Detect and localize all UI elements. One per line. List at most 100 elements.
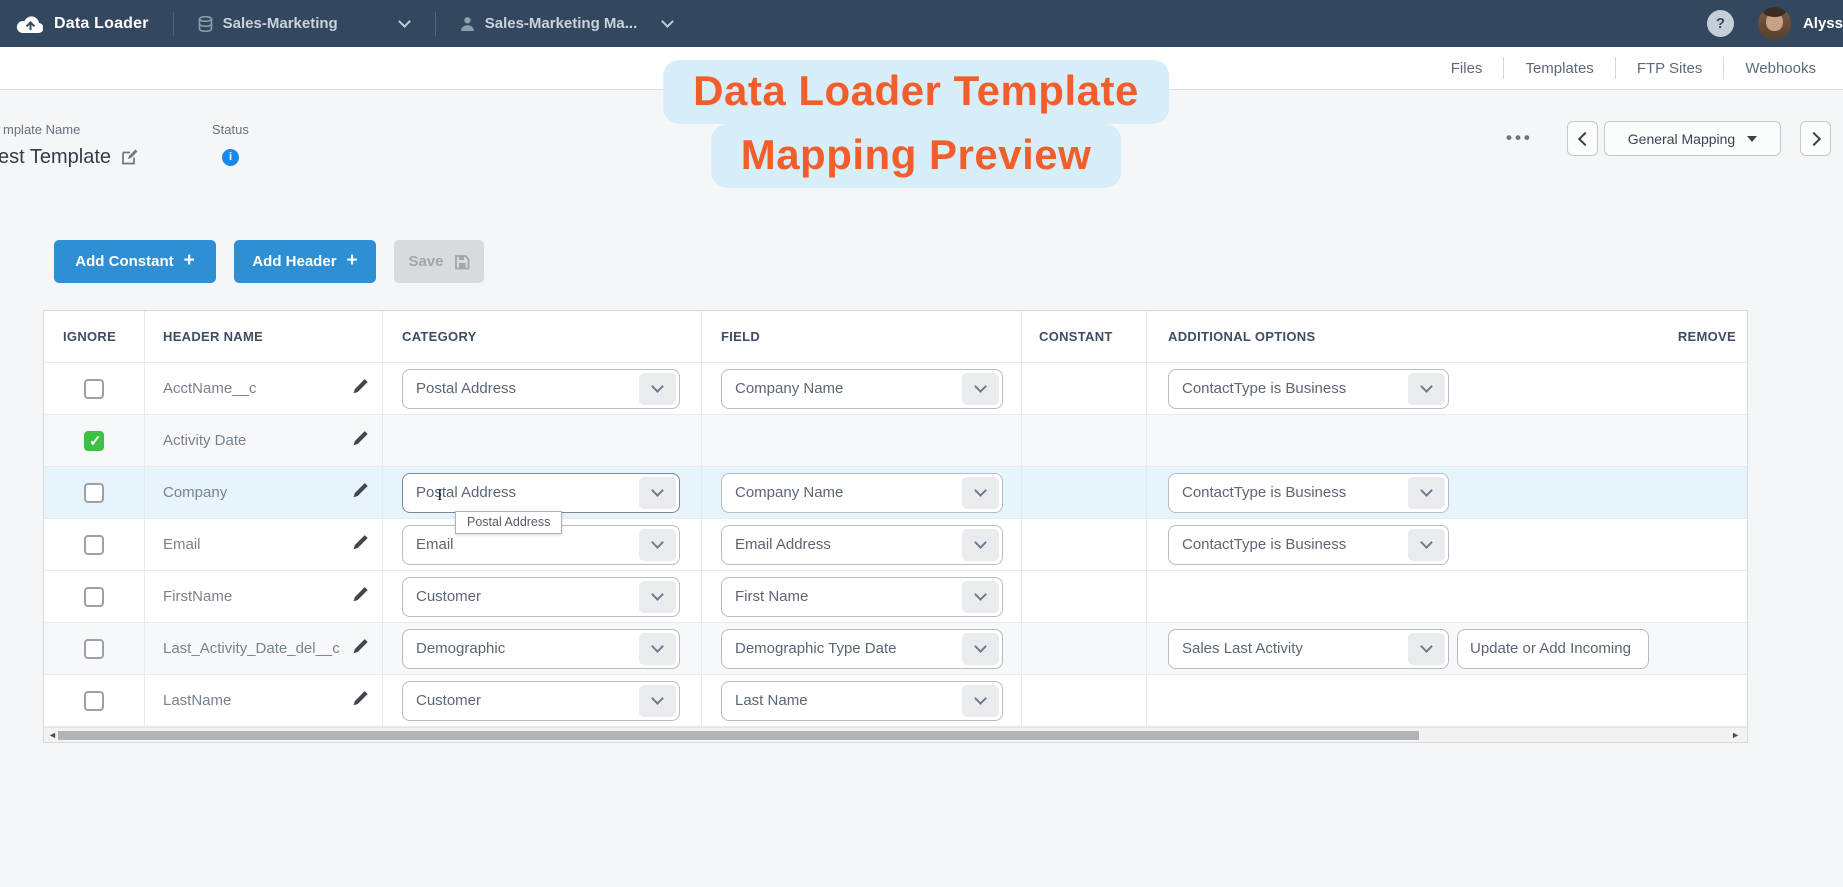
top-navbar: Data Loader Sales-Marketing Sales-Market… bbox=[0, 0, 1843, 47]
chevron-down-icon bbox=[962, 633, 999, 665]
toolbar: Add Constant + Add Header + Save bbox=[54, 240, 484, 283]
user-name: Alyss bbox=[1803, 15, 1843, 32]
category-select[interactable]: Postal Address bbox=[402, 473, 680, 513]
table-row: Activity Date bbox=[44, 415, 1747, 467]
additional-options-cell bbox=[1147, 675, 1748, 726]
edit-pencil-icon[interactable] bbox=[352, 690, 369, 712]
category-select[interactable]: Demographic bbox=[402, 629, 680, 669]
more-options-button[interactable]: ••• bbox=[1506, 128, 1533, 148]
table-body: AcctName__c Postal Address Company Name … bbox=[44, 363, 1747, 727]
edit-pencil-icon[interactable] bbox=[352, 638, 369, 660]
ignore-cell bbox=[44, 623, 145, 674]
edit-pencil-icon[interactable] bbox=[352, 586, 369, 608]
ignore-checkbox[interactable] bbox=[84, 587, 104, 607]
field-select[interactable]: Company Name bbox=[721, 369, 1003, 409]
field-select[interactable]: Company Name bbox=[721, 473, 1003, 513]
save-button[interactable]: Save bbox=[394, 240, 484, 283]
chevron-down-icon bbox=[639, 373, 676, 405]
table-row: Email Email Email Address ContactType is… bbox=[44, 519, 1747, 571]
additional-extra-box[interactable]: Update or Add Incoming bbox=[1457, 629, 1649, 669]
tab-webhooks[interactable]: Webhooks bbox=[1724, 60, 1837, 77]
status-info-icon[interactable]: i bbox=[222, 149, 239, 166]
chevron-down-icon bbox=[1408, 477, 1445, 509]
add-constant-button[interactable]: Add Constant + bbox=[54, 240, 216, 283]
field-cell: Company Name bbox=[702, 467, 1022, 518]
edit-template-name-icon[interactable] bbox=[120, 148, 139, 167]
additional-options-select[interactable]: ContactType is Business bbox=[1168, 473, 1449, 513]
scroll-right-arrow[interactable]: ► bbox=[1731, 729, 1740, 742]
mapping-table: IGNORE HEADER NAME CATEGORY FIELD CONSTA… bbox=[43, 310, 1748, 743]
next-mapping-button[interactable] bbox=[1800, 121, 1831, 156]
ignore-checkbox[interactable] bbox=[84, 535, 104, 555]
header-name-cell: FirstName bbox=[145, 571, 383, 622]
workspace-label: Sales-Marketing bbox=[223, 15, 338, 32]
additional-options-select-value: Sales Last Activity bbox=[1182, 640, 1303, 657]
person-icon bbox=[460, 16, 475, 31]
database-icon bbox=[198, 16, 213, 32]
additional-options-select[interactable]: Sales Last Activity bbox=[1168, 629, 1449, 669]
header-name-label: FirstName bbox=[163, 588, 232, 605]
edit-pencil-icon[interactable] bbox=[352, 534, 369, 556]
chevron-down-icon bbox=[398, 15, 411, 28]
category-select[interactable]: Customer bbox=[402, 681, 680, 721]
constant-cell bbox=[1022, 467, 1147, 518]
column-header-header-name: HEADER NAME bbox=[145, 311, 383, 362]
profile-selector[interactable]: Sales-Marketing Ma... bbox=[436, 15, 699, 32]
header-name-cell: LastName bbox=[145, 675, 383, 726]
add-header-button[interactable]: Add Header + bbox=[234, 240, 376, 283]
ignore-checkbox[interactable] bbox=[84, 691, 104, 711]
table-row: AcctName__c Postal Address Company Name … bbox=[44, 363, 1747, 415]
field-select[interactable]: Last Name bbox=[721, 681, 1003, 721]
tab-ftp-sites[interactable]: FTP Sites bbox=[1616, 60, 1724, 77]
header-name-cell: Company bbox=[145, 467, 383, 518]
chevron-down-icon bbox=[962, 529, 999, 561]
category-tooltip: Postal Address bbox=[455, 511, 562, 534]
ignore-checkbox[interactable] bbox=[84, 431, 104, 451]
chevron-down-icon bbox=[1408, 373, 1445, 405]
category-select-value: Postal Address bbox=[416, 484, 516, 501]
scroll-left-arrow[interactable]: ◄ bbox=[48, 729, 57, 742]
field-select[interactable]: Demographic Type Date bbox=[721, 629, 1003, 669]
category-cell: Postal Address bbox=[383, 363, 702, 414]
header-name-label: LastName bbox=[163, 692, 231, 709]
ignore-cell bbox=[44, 571, 145, 622]
field-select[interactable]: First Name bbox=[721, 577, 1003, 617]
field-cell: Company Name bbox=[702, 363, 1022, 414]
previous-mapping-button[interactable] bbox=[1567, 121, 1598, 156]
scrollbar-thumb[interactable] bbox=[58, 731, 1419, 740]
field-select[interactable]: Email Address bbox=[721, 525, 1003, 565]
mapping-selector-dropdown[interactable]: General Mapping bbox=[1604, 121, 1781, 156]
app-window: Data Loader Sales-Marketing Sales-Market… bbox=[0, 0, 1843, 887]
table-row: FirstName Customer First Name bbox=[44, 571, 1747, 623]
additional-options-cell bbox=[1147, 571, 1748, 622]
chevron-down-icon bbox=[639, 685, 676, 717]
category-select-value: Postal Address bbox=[416, 380, 516, 397]
field-select-value: Company Name bbox=[735, 484, 843, 501]
additional-options-select[interactable]: ContactType is Business bbox=[1168, 369, 1449, 409]
ignore-checkbox[interactable] bbox=[84, 379, 104, 399]
additional-options-select[interactable]: ContactType is Business bbox=[1168, 525, 1449, 565]
edit-pencil-icon[interactable] bbox=[352, 430, 369, 452]
category-select[interactable]: Postal Address bbox=[402, 369, 680, 409]
save-disk-icon bbox=[454, 254, 470, 270]
edit-pencil-icon[interactable] bbox=[352, 482, 369, 504]
additional-options-header-label: ADDITIONAL OPTIONS bbox=[1168, 329, 1315, 344]
overlay-title-line2: Mapping Preview bbox=[711, 124, 1122, 188]
workspace-selector[interactable]: Sales-Marketing bbox=[174, 15, 435, 32]
help-button[interactable]: ? bbox=[1707, 10, 1734, 37]
tab-templates[interactable]: Templates bbox=[1504, 60, 1614, 77]
chevron-down-icon bbox=[639, 633, 676, 665]
header-name-label: AcctName__c bbox=[163, 380, 256, 397]
avatar[interactable] bbox=[1758, 7, 1791, 40]
tab-files[interactable]: Files bbox=[1430, 60, 1504, 77]
table-row: LastName Customer Last Name bbox=[44, 675, 1747, 727]
field-select-value: Last Name bbox=[735, 692, 808, 709]
chevron-down-icon bbox=[962, 581, 999, 613]
constant-cell bbox=[1022, 415, 1147, 466]
status-label: Status bbox=[212, 122, 249, 137]
edit-pencil-icon[interactable] bbox=[352, 378, 369, 400]
ignore-checkbox[interactable] bbox=[84, 483, 104, 503]
category-select[interactable]: Customer bbox=[402, 577, 680, 617]
ignore-checkbox[interactable] bbox=[84, 639, 104, 659]
horizontal-scrollbar: ◄ ► bbox=[44, 727, 1747, 742]
